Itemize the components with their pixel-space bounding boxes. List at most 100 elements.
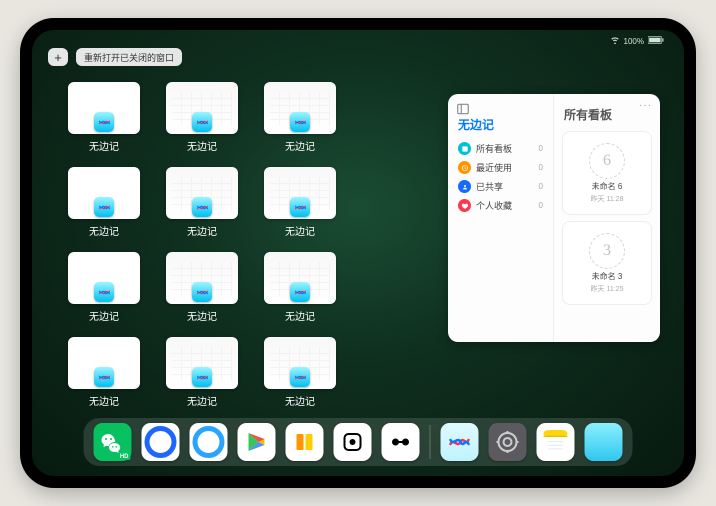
window-thumbnail[interactable]: 无边记 [264,82,336,153]
nav-item-count: 0 [539,201,543,210]
board-card[interactable]: 6 未命名 6 昨天 11:28 [562,131,652,215]
battery-text: 100% [624,37,644,46]
sidebar-toggle-icon[interactable] [456,102,470,116]
panel-left-title: 无边记 [458,116,545,133]
dock-separator [430,425,431,459]
shared-icon [458,180,471,193]
window-preview [166,252,238,304]
dock-app-notes[interactable] [537,423,575,461]
window-thumbnail[interactable]: 无边记 [68,337,140,408]
nav-item-recent[interactable]: 最近使用 0 [456,158,545,177]
freeform-icon [192,367,212,387]
hd-badge: HD [118,454,131,460]
board-sketch: 3 [589,233,625,269]
window-preview [166,167,238,219]
dock-app-browser2[interactable] [190,423,228,461]
nav-item-label: 所有看板 [476,142,512,155]
window-thumbnail[interactable]: 无边记 [68,252,140,323]
board-timestamp: 昨天 11:28 [591,194,624,204]
freeform-icon [192,282,212,302]
dock-app-books[interactable] [286,423,324,461]
nav-item-label: 已共享 [476,180,503,193]
freeform-icon [290,282,310,302]
nav-item-count: 0 [539,182,543,191]
window-thumbnail[interactable]: 无边记 [68,82,140,153]
dock: HD [84,418,633,466]
freeform-icon [94,367,114,387]
window-label: 无边记 [285,393,315,408]
dock-app-freeform[interactable] [441,423,479,461]
recent-icon [458,161,471,174]
window-preview [68,167,140,219]
window-preview [264,167,336,219]
dock-app-play[interactable] [238,423,276,461]
window-preview [166,82,238,134]
freeform-icon [192,197,212,217]
dock-app-library[interactable] [585,423,623,461]
freeform-icon [290,112,310,132]
wifi-icon [610,35,620,47]
window-thumbnail[interactable]: 无边记 [264,252,336,323]
dock-app-settings[interactable] [489,423,527,461]
ipad-frame: 100% + 重新打开已关闭的窗口 无边记无边记无边记无边记无边记无边记无边记无… [20,18,696,488]
board-card[interactable]: 3 未命名 3 昨天 11:25 [562,221,652,305]
board-name: 未命名 3 [592,271,623,282]
dock-app-wechat[interactable]: HD [94,423,132,461]
window-preview [68,82,140,134]
window-preview [68,252,140,304]
board-sketch: 6 [589,143,625,179]
freeform-icon [290,367,310,387]
window-preview [264,337,336,389]
panel-more-button[interactable]: ··· [639,100,652,111]
nav-item-shared[interactable]: 已共享 0 [456,177,545,196]
nav-item-count: 0 [539,163,543,172]
nav-item-count: 0 [539,144,543,153]
window-thumbnail[interactable]: 无边记 [68,167,140,238]
nav-item-label: 最近使用 [476,161,512,174]
nav-item-favorite[interactable]: 个人收藏 0 [456,196,545,215]
window-label: 无边记 [187,308,217,323]
window-preview [264,252,336,304]
window-label: 无边记 [285,138,315,153]
window-thumbnail[interactable]: 无边记 [166,167,238,238]
top-bar: + 重新打开已关闭的窗口 [48,48,182,66]
panel-right: ··· 所有看板 6未命名 6昨天 11:283未命名 3昨天 11:25 [554,94,660,342]
board-timestamp: 昨天 11:25 [591,284,624,294]
nav-item-all-boards[interactable]: 所有看板 0 [456,139,545,158]
dock-app-browser1[interactable] [142,423,180,461]
battery-icon [648,36,664,46]
freeform-icon [94,197,114,217]
window-label: 无边记 [89,308,119,323]
board-name: 未命名 6 [592,181,623,192]
dock-app-dice[interactable] [334,423,372,461]
panel-left: 无边记 所有看板 0 最近使用 0 已共享 0 个人收藏 0 [448,94,554,342]
window-label: 无边记 [187,138,217,153]
window-label: 无边记 [89,138,119,153]
status-bar: 100% [32,34,684,48]
window-thumbnail[interactable]: 无边记 [264,167,336,238]
window-thumbnail[interactable]: 无边记 [166,337,238,408]
window-label: 无边记 [187,393,217,408]
window-label: 无边记 [89,393,119,408]
freeform-icon [192,112,212,132]
freeform-icon [94,112,114,132]
reopen-closed-window-button[interactable]: 重新打开已关闭的窗口 [76,48,182,66]
window-preview [68,337,140,389]
window-preview [264,82,336,134]
freeform-icon [290,197,310,217]
freeform-sidebar-panel: 无边记 所有看板 0 最近使用 0 已共享 0 个人收藏 0 ··· 所有看板 6 未命名 6 昨… [448,94,660,342]
window-thumbnail[interactable]: 无边记 [166,252,238,323]
window-label: 无边记 [285,308,315,323]
new-window-button[interactable]: + [48,48,68,66]
window-thumbnail[interactable]: 无边记 [264,337,336,408]
window-thumbnail[interactable]: 无边记 [166,82,238,153]
favorite-icon [458,199,471,212]
window-label: 无边记 [187,223,217,238]
window-grid: 无边记无边记无边记无边记无边记无边记无边记无边记无边记无边记无边记无边记 [68,82,428,408]
window-label: 无边记 [285,223,315,238]
screen: 100% + 重新打开已关闭的窗口 无边记无边记无边记无边记无边记无边记无边记无… [32,30,684,476]
nav-item-label: 个人收藏 [476,199,512,212]
window-label: 无边记 [89,223,119,238]
window-preview [166,337,238,389]
dock-app-connect[interactable] [382,423,420,461]
